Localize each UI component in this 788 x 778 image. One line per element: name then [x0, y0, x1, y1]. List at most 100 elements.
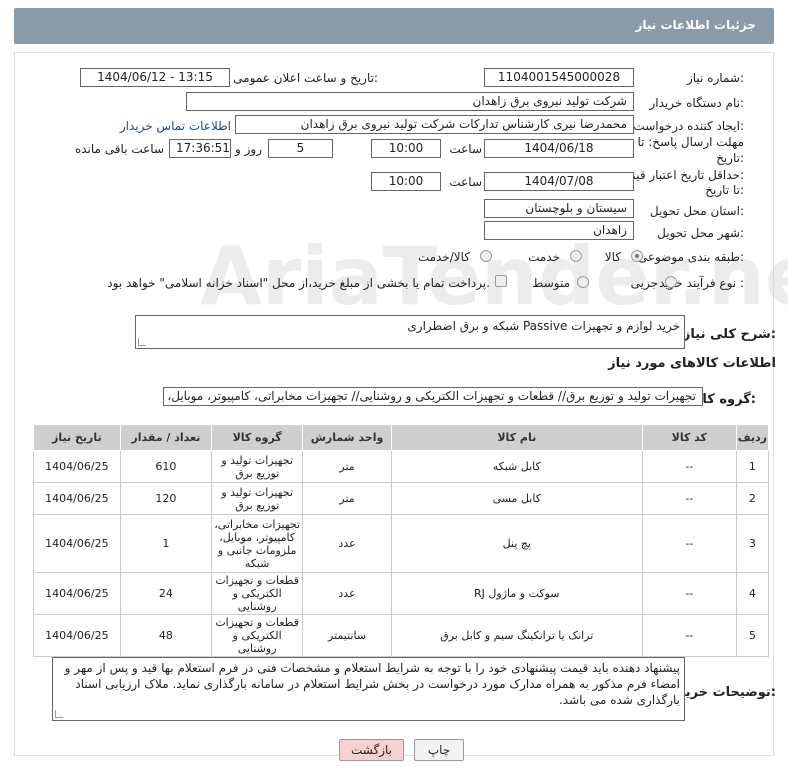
buyer-field: شرکت تولید نیروی برق زاهدان [186, 92, 634, 111]
cell-qty: 610 [119, 450, 212, 483]
cell-unit: سانتیمتر [302, 614, 392, 657]
cell-date: 1404/06/25 [33, 572, 121, 615]
table-header-row: ردیف کد کالا نام کالا واحد شمارش گروه کا… [33, 424, 770, 451]
cell-row: 2 [735, 482, 770, 515]
category-both-label: کالا/خدمت [417, 250, 470, 264]
col-name: نام کالا [390, 424, 643, 451]
cell-row: 4 [735, 572, 770, 615]
table-row: 2 -- کابل مسی متر تجهیزات تولید و توزیع … [33, 482, 770, 515]
province-field: سیستان و بلوچستان [484, 199, 634, 218]
buyer-notes-textarea: پیشنهاد دهنده باید قیمت پیشنهادی خود را … [52, 657, 685, 721]
deadline-time-label: ساعت [449, 142, 482, 156]
remaining-time-field: 17:36:51 [169, 139, 231, 158]
deadline-label-date: تاریخ: [716, 151, 744, 165]
buyer-label: نام دستگاه خریدار: [649, 96, 745, 110]
treasury-payment-note: پرداخت تمام یا بخشی از مبلغ خرید،از محل … [107, 276, 490, 290]
process-minor-label: جزیی [630, 276, 658, 290]
cell-code: -- [641, 450, 737, 483]
cell-row: 5 [735, 614, 770, 657]
process-medium-label: متوسط [532, 276, 570, 290]
summary-text: خرید لوازم و تجهیزات Passive شبکه و برق … [407, 319, 680, 333]
goods-info-heading: اطلاعات کالاهای مورد نیاز [608, 356, 776, 371]
province-label: استان محل تحویل: [649, 204, 744, 218]
cell-unit: متر [302, 450, 392, 483]
validity-label: حداقل تاریخ اعتبار قیمت: [617, 168, 744, 182]
col-date: تاریخ نیاز [33, 424, 121, 451]
goods-group-field: تجهیزات تولید و توزیع برق// قطعات و تجهی… [163, 387, 703, 406]
deadline-date-field: 1404/06/18 [484, 139, 634, 158]
cell-unit: عدد [302, 572, 392, 615]
treasury-payment-checkbox[interactable] [495, 275, 507, 287]
process-radio-medium[interactable] [577, 276, 589, 288]
validity-label-date: تا تاریخ: [705, 183, 744, 197]
category-goods-label: کالا [604, 250, 621, 264]
cell-row: 1 [735, 450, 770, 483]
category-radio-service[interactable] [570, 250, 582, 262]
resize-grip-icon[interactable] [55, 710, 63, 718]
items-table: ردیف کد کالا نام کالا واحد شمارش گروه کا… [33, 424, 770, 657]
cell-code: -- [641, 572, 737, 615]
creator-label: ایجاد کننده درخواست: [633, 119, 744, 133]
cell-code: -- [641, 482, 737, 515]
col-unit: واحد شمارش [302, 424, 392, 451]
cell-date: 1404/06/25 [33, 482, 121, 515]
remaining-label: ساعت باقی مانده [74, 142, 164, 156]
resize-grip-icon[interactable] [138, 338, 146, 346]
cell-name: سوکت و ماژول RJ [390, 572, 643, 615]
page-title: جزئیات اطلاعات نیاز [635, 18, 756, 32]
contact-info-link[interactable]: اطلاعات تماس خریدار [120, 119, 231, 133]
cell-date: 1404/06/25 [33, 450, 121, 483]
need-number-field: 1104001545000028 [484, 68, 634, 87]
col-qty: تعداد / مقدار [119, 424, 212, 451]
col-row: ردیف [735, 424, 770, 451]
days-field: 5 [268, 139, 333, 158]
category-label: طبقه بندی موضوعی: [637, 250, 744, 264]
cell-code: -- [641, 614, 737, 657]
cell-name: پچ پنل [390, 514, 643, 573]
cell-name: کابل شبکه [390, 450, 643, 483]
city-field: زاهدان [484, 221, 634, 240]
summary-label: شرح کلی نیاز: [682, 327, 776, 342]
table-row: 1 -- کابل شبکه متر تجهیزات تولید و توزیع… [33, 450, 770, 483]
cell-group: تجهیزات مخابراتی، کامپیوتر، موبایل، ملزو… [210, 514, 304, 573]
cell-name: کابل مسی [390, 482, 643, 515]
need-number-label: شماره نیاز: [686, 71, 744, 85]
category-radio-goods[interactable] [631, 250, 643, 262]
category-service-label: خدمت [528, 250, 560, 264]
table-row: 4 -- سوکت و ماژول RJ عدد قطعات و تجهیزات… [33, 572, 770, 615]
title-bar: جزئیات اطلاعات نیاز [14, 8, 774, 44]
cell-row: 3 [735, 514, 770, 573]
cell-group: تجهیزات تولید و توزیع برق [210, 450, 304, 483]
cell-group: قطعات و تجهیزات الکتریکی و روشنایی [210, 572, 304, 615]
city-label: شهر محل تحویل: [657, 226, 744, 240]
cell-code: -- [641, 514, 737, 573]
cell-qty: 48 [119, 614, 212, 657]
cell-unit: عدد [302, 514, 392, 573]
creator-field: محمدرضا نیری کارشناس تدارکات شرکت تولید … [235, 115, 634, 134]
cell-unit: متر [302, 482, 392, 515]
validity-time-label: ساعت [449, 175, 482, 189]
category-radio-both[interactable] [480, 250, 492, 262]
deadline-label: مهلت ارسال پاسخ: تا [637, 135, 744, 149]
col-group: گروه کالا [210, 424, 304, 451]
announce-field: 1404/06/12 - 13:15 [80, 68, 230, 87]
back-button[interactable]: بازگشت [339, 739, 404, 761]
cell-qty: 120 [119, 482, 212, 515]
cell-date: 1404/06/25 [33, 614, 121, 657]
announce-label: تاریخ و ساعت اعلان عمومی: [233, 71, 378, 85]
summary-textarea: خرید لوازم و تجهیزات Passive شبکه و برق … [135, 315, 685, 349]
deadline-time-field: 10:00 [371, 139, 441, 158]
days-label: روز و [235, 142, 262, 156]
buyer-notes-text: پیشنهاد دهنده باید قیمت پیشنهادی خود را … [64, 661, 680, 707]
col-code: کد کالا [641, 424, 737, 451]
cell-date: 1404/06/25 [33, 514, 121, 573]
cell-group: قطعات و تجهیزات الکتریکی و روشنایی [210, 614, 304, 657]
cell-name: ترانک یا ترانکینگ سیم و کابل برق [390, 614, 643, 657]
validity-date-field: 1404/07/08 [484, 172, 634, 191]
table-row: 3 -- پچ پنل عدد تجهیزات مخابراتی، کامپیو… [33, 514, 770, 573]
process-radio-minor[interactable] [665, 276, 677, 288]
print-button[interactable]: چاپ [414, 739, 464, 761]
cell-qty: 1 [119, 514, 212, 573]
cell-qty: 24 [119, 572, 212, 615]
table-row: 5 -- ترانک یا ترانکینگ سیم و کابل برق سا… [33, 614, 770, 657]
